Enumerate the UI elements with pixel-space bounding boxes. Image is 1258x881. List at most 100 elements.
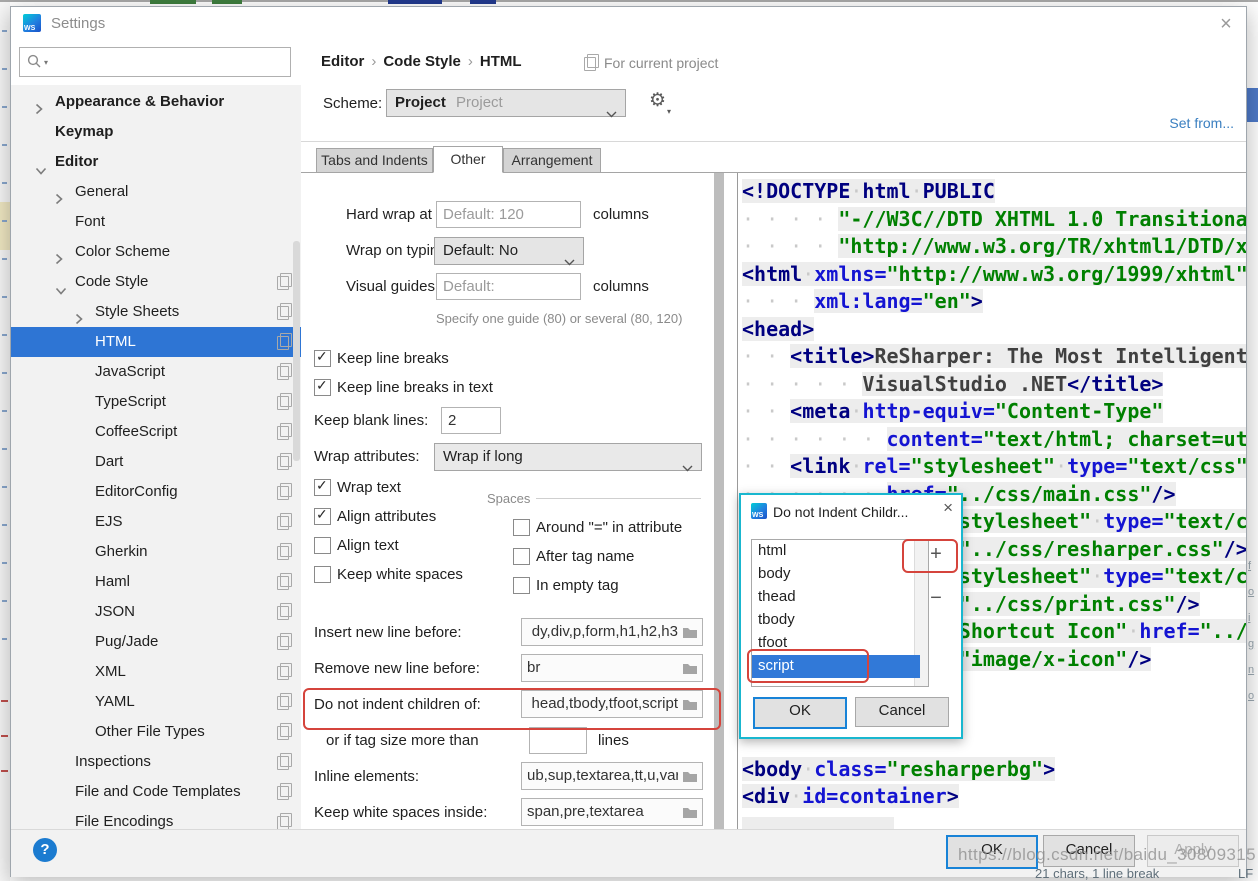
sidebar-item-xml[interactable]: XML <box>11 657 301 687</box>
tag-size-input[interactable] <box>529 727 587 754</box>
for-current-project-label: For current project <box>604 55 718 71</box>
sidebar-item-gherkin[interactable]: Gherkin <box>11 537 301 567</box>
popup-cancel-button[interactable]: Cancel <box>855 697 949 727</box>
popup-list-item-tfoot[interactable]: tfoot <box>752 632 920 655</box>
sidebar-item-appearance-behavior[interactable]: Appearance & Behavior <box>11 87 301 117</box>
help-icon[interactable]: ? <box>33 838 57 862</box>
align-attributes-checkbox[interactable]: ✓ <box>314 508 331 525</box>
popup-list-item-tbody[interactable]: tbody <box>752 609 920 632</box>
sidebar-item-style-sheets[interactable]: Style Sheets <box>11 297 301 327</box>
breadcrumb-html[interactable]: HTML <box>480 53 522 70</box>
close-icon[interactable]: × <box>1212 11 1240 37</box>
sidebar-item-dart[interactable]: Dart <box>11 447 301 477</box>
sidebar-item-other-file-types[interactable]: Other File Types <box>11 717 301 747</box>
wrap-on-typing-value: Default: No <box>443 242 518 259</box>
after-tag-name-checkbox[interactable]: ✓ <box>513 548 530 565</box>
tag-size-suffix: lines <box>598 732 629 749</box>
code-line: · · <title>ReSharper: The Most Intellige… <box>739 343 1246 371</box>
search-history-caret-icon[interactable]: ▾ <box>44 58 48 67</box>
popup-tag-list[interactable]: htmlbodytheadtbodytfootscript <box>751 539 929 687</box>
popup-list-item-script[interactable]: script <box>752 655 920 678</box>
gear-icon[interactable]: ⚙ <box>649 89 666 112</box>
sidebar-item-code-style[interactable]: Code Style <box>11 267 301 297</box>
sidebar-item-coffeescript[interactable]: CoffeeScript <box>11 417 301 447</box>
keep-blank-lines-input[interactable] <box>441 407 501 434</box>
sidebar-item-general[interactable]: General <box>11 177 301 207</box>
background-link-letter: i <box>1248 612 1250 624</box>
folder-icon[interactable] <box>682 626 698 644</box>
background-status-lf: LF <box>1238 866 1253 881</box>
tab-other[interactable]: Other <box>433 146 503 173</box>
around-equals-label: Around "=" in attribute <box>536 518 682 537</box>
tab-tabs-and-indents[interactable]: Tabs and Indents <box>316 148 433 173</box>
sidebar-item-pug-jade[interactable]: Pug/Jade <box>11 627 301 657</box>
in-empty-tag-checkbox[interactable]: ✓ <box>513 577 530 594</box>
folder-icon[interactable] <box>682 698 698 716</box>
add-item-button[interactable]: + <box>925 543 947 567</box>
dialog-titlebar[interactable]: Settings × <box>11 7 1246 41</box>
sidebar-item-editorconfig[interactable]: EditorConfig <box>11 477 301 507</box>
folder-icon[interactable] <box>682 770 698 788</box>
folder-icon[interactable] <box>682 662 698 680</box>
remove-item-button[interactable]: − <box>925 587 947 611</box>
set-from-link[interactable]: Set from... <box>1169 115 1234 131</box>
keep-line-breaks-checkbox[interactable]: ✓ <box>314 350 331 367</box>
search-input[interactable]: ▾ <box>19 47 291 77</box>
copy-settings-icon <box>277 366 289 380</box>
background-text-fragment <box>212 0 242 4</box>
remove-new-line-label: Remove new line before: <box>314 660 480 677</box>
background-mark <box>2 296 7 298</box>
folder-icon[interactable] <box>682 806 698 824</box>
around-equals-checkbox[interactable]: ✓ <box>513 519 530 536</box>
sidebar-item-label: Gherkin <box>95 543 148 560</box>
check-icon: ✓ <box>316 506 328 523</box>
sidebar-item-editor[interactable]: Editor <box>11 147 301 177</box>
sidebar-item-file-encodings[interactable]: File Encodings <box>11 807 301 829</box>
copy-settings-icon <box>277 306 289 320</box>
wrap-text-checkbox[interactable]: ✓ <box>314 479 331 496</box>
background-link-letter: o <box>1248 690 1254 702</box>
inline-elements-field[interactable]: ub,sup,textarea,tt,u,var <box>521 762 703 790</box>
guides-hint: Specify one guide (80) or several (80, 1… <box>436 311 682 326</box>
do-not-indent-children-field[interactable]: head,tbody,tfoot,script <box>521 690 703 718</box>
wrap-on-typing-select[interactable]: Default: No <box>434 237 584 265</box>
remove-new-line-field[interactable]: br <box>521 654 703 682</box>
sidebar-item-javascript[interactable]: JavaScript <box>11 357 301 387</box>
sidebar-item-file-and-code-templates[interactable]: File and Code Templates <box>11 777 301 807</box>
keep-ws-inside-field[interactable]: span,pre,textarea <box>521 798 703 826</box>
keep-line-breaks-in-text-checkbox[interactable]: ✓ <box>314 379 331 396</box>
hard-wrap-input[interactable] <box>436 201 581 228</box>
breadcrumb-editor[interactable]: Editor <box>321 53 364 70</box>
visual-guides-input[interactable] <box>436 273 581 300</box>
sidebar-item-html[interactable]: HTML <box>11 327 301 357</box>
scheme-select[interactable]: Project Project <box>386 89 626 117</box>
tab-arrangement[interactable]: Arrangement <box>503 148 601 173</box>
sidebar-item-haml[interactable]: Haml <box>11 567 301 597</box>
insert-new-line-field[interactable]: dy,div,p,form,h1,h2,h3 <box>521 618 703 646</box>
popup-close-icon[interactable]: × <box>943 498 953 518</box>
sidebar-item-color-scheme[interactable]: Color Scheme <box>11 237 301 267</box>
keep-line-breaks-label: Keep line breaks <box>337 349 449 368</box>
sidebar-item-keymap[interactable]: Keymap <box>11 117 301 147</box>
popup-list-item-html[interactable]: html <box>752 540 920 563</box>
popup-ok-button[interactable]: OK <box>753 697 847 729</box>
wrap-attributes-select[interactable]: Wrap if long <box>434 443 702 471</box>
sidebar-item-ejs[interactable]: EJS <box>11 507 301 537</box>
sidebar-item-inspections[interactable]: Inspections <box>11 747 301 777</box>
form-scrollbar[interactable] <box>714 173 724 829</box>
popup-list-item-body[interactable]: body <box>752 563 920 586</box>
sidebar-item-font[interactable]: Font <box>11 207 301 237</box>
popup-list-item-thead[interactable]: thead <box>752 586 920 609</box>
keep-white-spaces-checkbox[interactable]: ✓ <box>314 566 331 583</box>
background-mark <box>2 220 7 222</box>
sidebar-item-json[interactable]: JSON <box>11 597 301 627</box>
align-text-checkbox[interactable]: ✓ <box>314 537 331 554</box>
breadcrumb-code-style[interactable]: Code Style <box>383 53 461 70</box>
code-line: <body·class="resharperbg"> <box>739 756 1246 784</box>
background-link-letter: n <box>1248 664 1254 676</box>
sidebar-item-typescript[interactable]: TypeScript <box>11 387 301 417</box>
inline-elements-label: Inline elements: <box>314 768 419 785</box>
sidebar-item-yaml[interactable]: YAML <box>11 687 301 717</box>
sidebar-scrollbar[interactable] <box>293 241 300 461</box>
background-mark <box>2 638 7 640</box>
